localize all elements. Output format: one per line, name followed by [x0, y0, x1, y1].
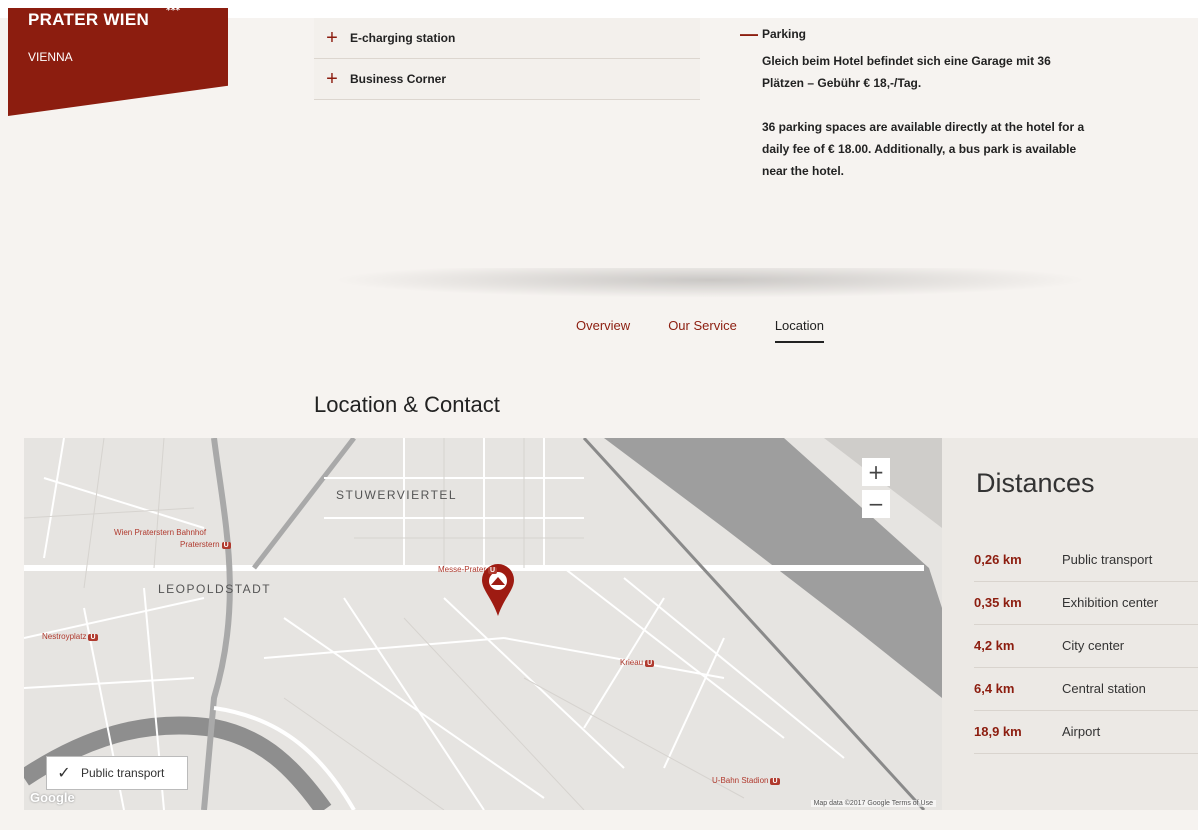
- tab-overview[interactable]: Overview: [576, 318, 630, 343]
- distance-row: 6,4 km Central station: [974, 667, 1198, 711]
- parking-header[interactable]: — Parking: [736, 18, 1096, 50]
- parking-text-en: 36 parking spaces are available directly…: [762, 120, 1085, 178]
- amenity-label: E-charging station: [350, 31, 456, 45]
- distance-km: 6,4 km: [974, 681, 1015, 696]
- distance-km: 4,2 km: [974, 638, 1015, 653]
- map-attribution[interactable]: Map data ©2017 Google Terms of Use: [810, 800, 936, 807]
- distances-panel: Distances 0,26 km Public transport 0,35 …: [942, 438, 1198, 810]
- poi-praterstern-bahnhof[interactable]: Wien Praterstern Bahnhof: [114, 528, 206, 537]
- subway-icon: U: [88, 634, 98, 641]
- poi-messe-prater[interactable]: Messe-Prater U: [438, 565, 498, 574]
- subway-icon: U: [221, 542, 231, 549]
- distances-title: Distances: [976, 468, 1095, 498]
- public-transport-label: Public transport: [81, 766, 165, 780]
- distance-label: City center: [1062, 638, 1125, 653]
- hotel-logo[interactable]: PRATER WIEN *** VIENNA: [8, 8, 228, 116]
- minus-icon: —: [740, 23, 758, 44]
- road-northwest: [252, 438, 356, 570]
- distance-km: 0,35 km: [974, 595, 1022, 610]
- plus-icon: +: [326, 26, 338, 49]
- location-map[interactable]: STUWERVIERTEL LEOPOLDSTADT Wien Praterst…: [24, 438, 942, 810]
- distance-row: 4,2 km City center: [974, 624, 1198, 668]
- distance-label: Public transport: [1062, 552, 1153, 567]
- amenity-business-corner[interactable]: + Business Corner: [314, 59, 700, 100]
- section-divider: [330, 268, 1090, 298]
- tab-our-service[interactable]: Our Service: [668, 318, 737, 343]
- google-logo: Google: [30, 790, 75, 805]
- distance-km: 0,26 km: [974, 552, 1022, 567]
- subway-icon: U: [770, 778, 780, 785]
- section-tabs: Overview Our Service Location: [576, 318, 824, 343]
- amenity-e-charging[interactable]: + E-charging station: [314, 18, 700, 59]
- public-transport-toggle[interactable]: ✓ Public transport: [46, 756, 188, 790]
- amenities-list: + E-charging station + Business Corner: [314, 18, 700, 100]
- parking-title: Parking: [762, 27, 807, 41]
- poi-nestroyplatz[interactable]: Nestroyplatz U: [42, 632, 98, 641]
- zoom-in-button[interactable]: +: [862, 458, 890, 486]
- subway-icon: U: [645, 660, 655, 667]
- distance-row: 0,26 km Public transport: [974, 538, 1198, 582]
- distance-km: 18,9 km: [974, 724, 1022, 739]
- tab-location[interactable]: Location: [774, 318, 824, 343]
- parking-text-de: Gleich beim Hotel befindet sich eine Gar…: [762, 54, 1051, 90]
- parking-description: Gleich beim Hotel befindet sich eine Gar…: [736, 50, 1096, 182]
- distance-row: 0,35 km Exhibition center: [974, 581, 1198, 625]
- distance-row: 18,9 km Airport: [974, 710, 1198, 754]
- zoom-out-button[interactable]: −: [862, 490, 890, 518]
- district-stuwerviertel: STUWERVIERTEL: [336, 488, 458, 502]
- district-leopoldstadt: LEOPOLDSTADT: [158, 582, 272, 596]
- poi-krieau[interactable]: Krieau U: [620, 658, 655, 667]
- plus-icon: +: [326, 67, 338, 90]
- distance-label: Airport: [1062, 724, 1101, 739]
- checkmark-icon: ✓: [57, 765, 71, 782]
- poi-stadion[interactable]: U-Bahn Stadion U: [712, 776, 780, 785]
- poi-praterstern[interactable]: Praterstern U: [180, 540, 231, 549]
- section-title: Location & Contact: [314, 392, 500, 417]
- amenity-label: Business Corner: [350, 72, 447, 86]
- subway-icon: U: [488, 567, 498, 574]
- amenity-parking: — Parking Gleich beim Hotel befindet sic…: [736, 18, 1096, 204]
- road-ring: [201, 438, 233, 810]
- hotel-city: VIENNA: [28, 50, 73, 64]
- distance-label: Central station: [1062, 681, 1146, 696]
- hotel-name: PRATER WIEN: [28, 10, 150, 29]
- map-canvas: [24, 438, 942, 810]
- distance-label: Exhibition center: [1062, 595, 1159, 610]
